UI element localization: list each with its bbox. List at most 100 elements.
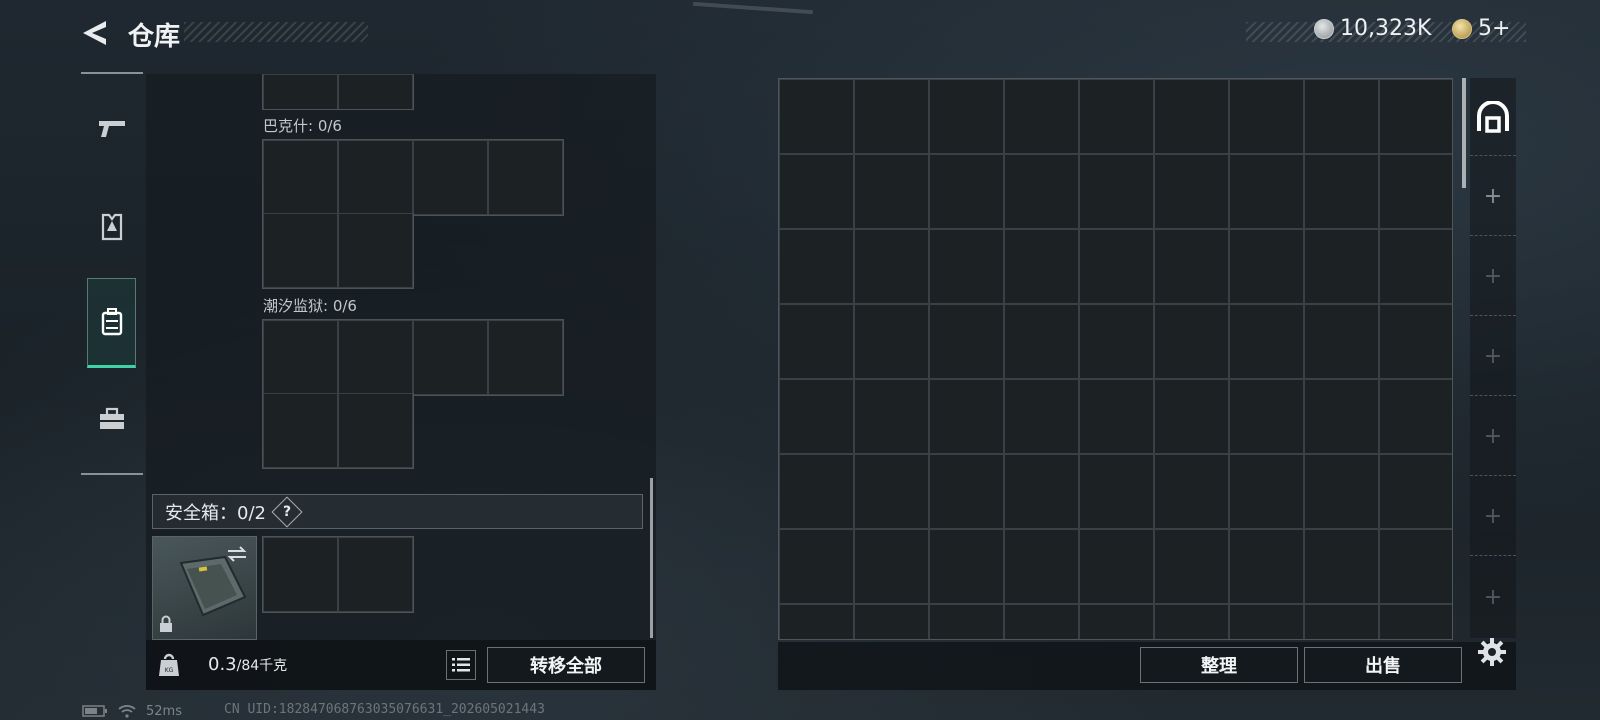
storage-cell[interactable]: [854, 379, 929, 454]
grid-cell[interactable]: [413, 140, 488, 215]
storage-cell[interactable]: [1229, 79, 1304, 154]
storage-cell[interactable]: [1379, 454, 1452, 529]
tab-main-storage[interactable]: [1470, 78, 1516, 156]
storage-cell[interactable]: [1379, 604, 1452, 639]
storage-cell[interactable]: [1304, 154, 1379, 229]
grid-cell[interactable]: [263, 320, 338, 395]
storage-cell[interactable]: [929, 529, 1004, 604]
storage-cell[interactable]: [1154, 529, 1229, 604]
storage-cell[interactable]: [1304, 529, 1379, 604]
storage-cell[interactable]: [1154, 604, 1229, 639]
storage-cell[interactable]: [929, 79, 1004, 154]
sell-button[interactable]: 出售: [1304, 647, 1462, 683]
tab-add-storage-3[interactable]: +: [1470, 318, 1516, 396]
storage-cell[interactable]: [1304, 454, 1379, 529]
storage-cell[interactable]: [854, 304, 929, 379]
storage-cell[interactable]: [1304, 229, 1379, 304]
grid-cell[interactable]: [338, 393, 413, 468]
grid-cell[interactable]: [338, 74, 413, 109]
storage-cell[interactable]: [1079, 79, 1154, 154]
storage-cell[interactable]: [1004, 304, 1079, 379]
grid-cell[interactable]: [263, 74, 338, 109]
grid-cell[interactable]: [263, 393, 338, 468]
storage-cell[interactable]: [1304, 604, 1379, 639]
help-button[interactable]: ?: [271, 495, 303, 528]
storage-cell[interactable]: [854, 604, 929, 639]
storage-cell[interactable]: [854, 154, 929, 229]
grid-cell[interactable]: [413, 320, 488, 395]
storage-cell[interactable]: [1379, 79, 1452, 154]
storage-cell[interactable]: [929, 379, 1004, 454]
storage-cell[interactable]: [1079, 529, 1154, 604]
storage-cell[interactable]: [854, 529, 929, 604]
storage-cell[interactable]: [1229, 529, 1304, 604]
storage-cell[interactable]: [1154, 229, 1229, 304]
storage-cell[interactable]: [1079, 454, 1154, 529]
storage-cell[interactable]: [1154, 304, 1229, 379]
storage-cell[interactable]: [1379, 154, 1452, 229]
storage-cell[interactable]: [1229, 154, 1304, 229]
grid-cell[interactable]: [338, 213, 413, 288]
storage-cell[interactable]: [1304, 304, 1379, 379]
storage-cell[interactable]: [1304, 379, 1379, 454]
storage-cell[interactable]: [1004, 604, 1079, 639]
tab-add-storage-6[interactable]: +: [1470, 558, 1516, 636]
tab-add-storage-1[interactable]: +: [1470, 158, 1516, 236]
back-button[interactable]: [78, 16, 112, 50]
grid-cell[interactable]: [263, 213, 338, 288]
transfer-all-button[interactable]: 转移全部: [487, 647, 645, 683]
grid-cell[interactable]: [263, 140, 338, 215]
grid-cell[interactable]: [338, 140, 413, 215]
storage-cell[interactable]: [1379, 529, 1452, 604]
storage-cell[interactable]: [1004, 229, 1079, 304]
nav-item-armor[interactable]: [81, 182, 143, 272]
grid-cell[interactable]: [263, 537, 338, 612]
storage-cell[interactable]: [929, 454, 1004, 529]
storage-cell[interactable]: [1004, 79, 1079, 154]
storage-cell[interactable]: [854, 454, 929, 529]
grid-cell[interactable]: [488, 320, 563, 395]
storage-cell[interactable]: [1154, 379, 1229, 454]
storage-cell[interactable]: [1004, 379, 1079, 454]
nav-item-weapon[interactable]: [81, 84, 143, 174]
storage-cell[interactable]: [779, 379, 854, 454]
grid-cell[interactable]: [338, 320, 413, 395]
storage-cell[interactable]: [1079, 304, 1154, 379]
storage-cell[interactable]: [1004, 154, 1079, 229]
storage-cell[interactable]: [1079, 379, 1154, 454]
storage-cell[interactable]: [929, 229, 1004, 304]
sort-button[interactable]: 整理: [1140, 647, 1298, 683]
storage-cell[interactable]: [854, 79, 929, 154]
grid-cell[interactable]: [338, 537, 413, 612]
nav-item-toolbox[interactable]: [81, 374, 143, 464]
storage-cell[interactable]: [1379, 229, 1452, 304]
storage-cell[interactable]: [1229, 304, 1304, 379]
storage-cell[interactable]: [779, 604, 854, 639]
grid-cell[interactable]: [488, 140, 563, 215]
storage-cell[interactable]: [1229, 379, 1304, 454]
storage-cell[interactable]: [1154, 79, 1229, 154]
storage-cell[interactable]: [779, 304, 854, 379]
storage-cell[interactable]: [929, 304, 1004, 379]
storage-cell[interactable]: [1229, 229, 1304, 304]
storage-cell[interactable]: [1079, 229, 1154, 304]
storage-cell[interactable]: [1079, 604, 1154, 639]
storage-cell[interactable]: [929, 154, 1004, 229]
nav-item-backpack[interactable]: [87, 278, 136, 368]
storage-cell[interactable]: [1304, 79, 1379, 154]
storage-cell[interactable]: [779, 79, 854, 154]
storage-cell[interactable]: [779, 529, 854, 604]
storage-cell[interactable]: [1229, 454, 1304, 529]
storage-cell[interactable]: [1379, 304, 1452, 379]
storage-cell[interactable]: [1154, 154, 1229, 229]
safebox-item[interactable]: [152, 536, 257, 640]
tab-add-storage-2[interactable]: +: [1470, 238, 1516, 316]
list-view-button[interactable]: [446, 650, 476, 680]
storage-cell[interactable]: [1004, 529, 1079, 604]
storage-cell[interactable]: [1229, 604, 1304, 639]
storage-cell[interactable]: [1079, 154, 1154, 229]
settings-button[interactable]: [1474, 634, 1510, 670]
storage-scrollbar[interactable]: [1462, 78, 1466, 188]
storage-cell[interactable]: [929, 604, 1004, 639]
tab-add-storage-4[interactable]: +: [1470, 398, 1516, 476]
